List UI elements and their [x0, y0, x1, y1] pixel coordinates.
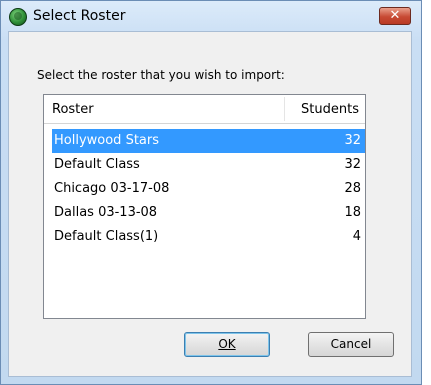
roster-name: Default Class [54, 157, 140, 172]
ok-button[interactable]: OK [184, 332, 270, 357]
list-item[interactable]: Chicago 03-17-08 28 [52, 177, 365, 201]
roster-name: Dallas 03-13-08 [54, 205, 158, 220]
student-count: 4 [352, 229, 361, 244]
list-item[interactable]: Default Class(1) 4 [52, 225, 365, 249]
ok-label: OK [218, 337, 236, 351]
title-bar[interactable]: Select Roster ✕ [1, 1, 421, 31]
list-header: Roster Students [44, 95, 365, 124]
roster-name: Hollywood Stars [54, 133, 160, 148]
cancel-label: Cancel [330, 337, 372, 351]
list-item[interactable]: Hollywood Stars 32 [52, 129, 365, 153]
dialog-title: Select Roster [33, 8, 126, 24]
roster-list[interactable]: Roster Students Hollywood Stars 32 Default… [43, 94, 366, 319]
list-item[interactable]: Default Class 32 [52, 153, 365, 177]
dialog-client-area: Select the roster that you wish to impor… [8, 31, 412, 377]
student-count: 28 [344, 181, 361, 196]
student-count: 32 [344, 157, 361, 172]
column-separator[interactable] [284, 97, 285, 121]
student-count: 32 [344, 133, 361, 148]
roster-name: Default Class(1) [54, 229, 159, 244]
student-count: 18 [344, 205, 361, 220]
close-button[interactable]: ✕ [379, 7, 411, 25]
list-rows: Hollywood Stars 32 Default Class 32 Chicago … [52, 129, 365, 249]
instruction-text: Select the roster that you wish to impor… [37, 68, 285, 82]
column-header-students[interactable]: Students [301, 102, 359, 117]
column-header-roster[interactable]: Roster [52, 102, 94, 117]
app-icon [9, 8, 27, 26]
list-item[interactable]: Dallas 03-13-08 18 [52, 201, 365, 225]
roster-name: Chicago 03-17-08 [54, 181, 170, 196]
cancel-button[interactable]: Cancel [308, 332, 394, 357]
